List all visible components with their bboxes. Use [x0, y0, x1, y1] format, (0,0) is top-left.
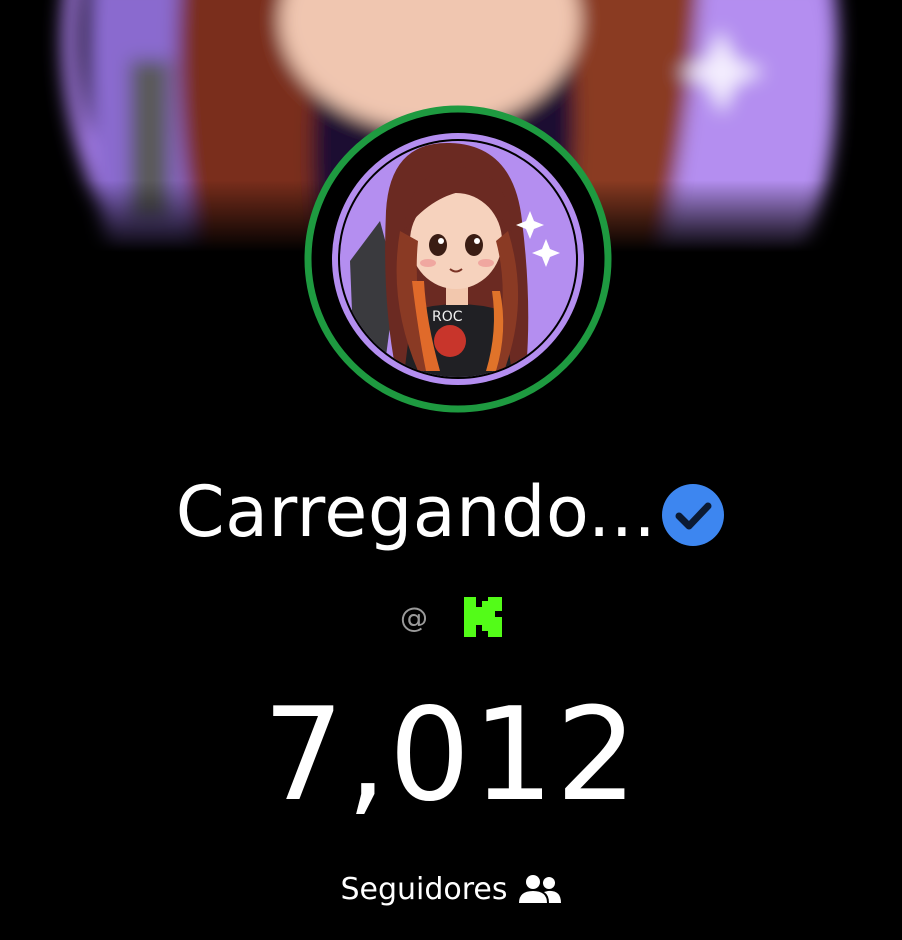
followers-label: Seguidores [340, 871, 508, 907]
svg-text:ROC: ROC [432, 309, 463, 325]
kick-logo-icon [464, 597, 502, 637]
verified-check-icon [662, 484, 725, 546]
profile-avatar[interactable]: ROC [300, 101, 616, 417]
display-name: Carregando... [175, 471, 657, 553]
handle-row[interactable]: @ [0, 594, 902, 640]
users-icon [518, 875, 561, 903]
profile-name-row: Carregando... [0, 460, 902, 564]
follower-count: 7,012 [262, 681, 640, 830]
avatar-image: ROC [304, 105, 612, 413]
followers-row: Seguidores [0, 866, 902, 912]
handle-prefix: @ [400, 600, 428, 634]
